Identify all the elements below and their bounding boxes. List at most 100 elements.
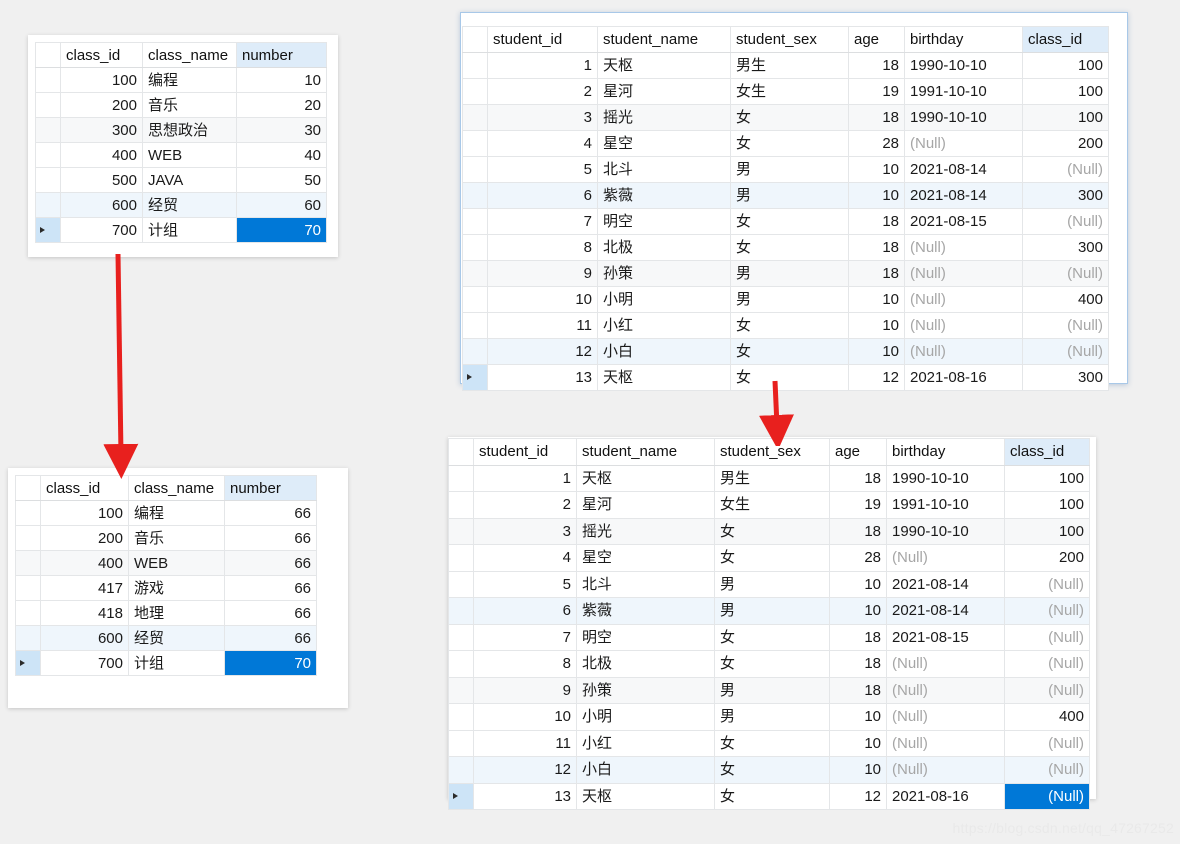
- cell-student-id[interactable]: 9: [473, 676, 577, 704]
- cell-student-sex[interactable]: 女: [730, 104, 849, 131]
- table-row[interactable]: 100 编程 10: [35, 67, 327, 93]
- cell-age[interactable]: 19: [848, 78, 905, 105]
- row-marker[interactable]: [448, 517, 474, 545]
- table-row[interactable]: 200 音乐 20: [35, 92, 327, 118]
- cell-student-sex[interactable]: 女: [730, 364, 849, 391]
- table-row[interactable]: 13 天枢女 12 2021-08-16 (Null): [448, 782, 1090, 810]
- table-row[interactable]: 12 小白女 10 (Null) (Null): [448, 756, 1090, 784]
- table-row[interactable]: 5 北斗男 10 2021-08-14 (Null): [462, 156, 1109, 183]
- cell-birthday[interactable]: 2021-08-15: [886, 623, 1005, 651]
- cell-class-name[interactable]: 经贸: [128, 625, 225, 651]
- table-row[interactable]: 13 天枢女 12 2021-08-16 300: [462, 364, 1109, 391]
- table-row[interactable]: 1 天枢 男生 18 1990-10-10 100: [462, 52, 1109, 79]
- row-marker[interactable]: [448, 650, 474, 678]
- cell-class-id[interactable]: 400: [1004, 703, 1090, 731]
- table-row[interactable]: 1 天枢 男生 18 1990-10-10 100: [448, 464, 1090, 492]
- cell-student-id[interactable]: 11: [473, 729, 577, 757]
- table-row[interactable]: 700 计组 70: [35, 217, 327, 243]
- cell-number[interactable]: 50: [236, 167, 327, 193]
- cell-student-name[interactable]: 小明: [576, 703, 715, 731]
- cell-student-name[interactable]: 星空: [597, 130, 731, 157]
- cell-student-name[interactable]: 小明: [597, 286, 731, 313]
- cell-student-id[interactable]: 7: [473, 623, 577, 651]
- row-marker[interactable]: [448, 597, 474, 625]
- cell-class-id[interactable]: (Null): [1004, 623, 1090, 651]
- cell-student-id[interactable]: 9: [487, 260, 598, 287]
- cell-student-sex[interactable]: 男: [714, 570, 830, 598]
- cell-student-sex[interactable]: 女: [714, 756, 830, 784]
- cell-student-sex[interactable]: 男生: [730, 52, 849, 79]
- column-header-birthday[interactable]: birthday: [886, 438, 1005, 466]
- cell-birthday[interactable]: 1990-10-10: [904, 104, 1023, 131]
- table-row[interactable]: 6 紫薇男 10 2021-08-14 (Null): [448, 597, 1090, 625]
- table-row[interactable]: 2 星河 女生 19 1991-10-10 100: [462, 78, 1109, 105]
- table-row[interactable]: 417 游戏 66: [15, 575, 317, 601]
- cell-student-sex[interactable]: 男: [730, 182, 849, 209]
- cell-class-id[interactable]: 418: [40, 600, 129, 626]
- cell-class-id[interactable]: (Null): [1022, 338, 1109, 365]
- table-row[interactable]: 9 孙策男 18 (Null) (Null): [462, 260, 1109, 287]
- cell-student-sex[interactable]: 男生: [714, 464, 830, 492]
- table-row[interactable]: 11 小红女 10 (Null) (Null): [448, 729, 1090, 757]
- cell-birthday[interactable]: 2021-08-15: [904, 208, 1023, 235]
- row-marker[interactable]: [462, 338, 488, 365]
- cell-student-name[interactable]: 小红: [576, 729, 715, 757]
- cell-student-name[interactable]: 星空: [576, 544, 715, 572]
- cell-class-id[interactable]: 300: [1022, 364, 1109, 391]
- row-marker[interactable]: [448, 729, 474, 757]
- cell-student-id[interactable]: 13: [473, 782, 577, 810]
- cell-class-id[interactable]: 100: [40, 500, 129, 526]
- row-marker[interactable]: [462, 52, 488, 79]
- column-header-birthday[interactable]: birthday: [904, 26, 1023, 53]
- row-marker[interactable]: [15, 650, 41, 676]
- cell-class-id[interactable]: 300: [60, 117, 143, 143]
- cell-age[interactable]: 18: [829, 517, 887, 545]
- cell-student-sex[interactable]: 女: [714, 729, 830, 757]
- table-row[interactable]: 10 小明男 10 (Null) 400: [462, 286, 1109, 313]
- row-marker[interactable]: [15, 575, 41, 601]
- cell-student-id[interactable]: 6: [487, 182, 598, 209]
- cell-student-id[interactable]: 6: [473, 597, 577, 625]
- cell-birthday[interactable]: 1990-10-10: [904, 52, 1023, 79]
- cell-class-name[interactable]: 音乐: [128, 525, 225, 551]
- cell-student-sex[interactable]: 男: [714, 703, 830, 731]
- cell-class-id[interactable]: 500: [60, 167, 143, 193]
- cell-student-id[interactable]: 12: [487, 338, 598, 365]
- column-header-student-sex[interactable]: student_sex: [714, 438, 830, 466]
- cell-student-sex[interactable]: 男: [730, 286, 849, 313]
- cell-age[interactable]: 18: [829, 650, 887, 678]
- cell-number[interactable]: 70: [236, 217, 327, 243]
- table-row[interactable]: 4 星空女 28 (Null) 200: [462, 130, 1109, 157]
- table-row[interactable]: 300 思想政治 30: [35, 117, 327, 143]
- cell-birthday[interactable]: (Null): [886, 544, 1005, 572]
- cell-number[interactable]: 66: [224, 500, 317, 526]
- cell-age[interactable]: 10: [829, 756, 887, 784]
- cell-class-id[interactable]: 600: [60, 192, 143, 218]
- cell-birthday[interactable]: (Null): [886, 756, 1005, 784]
- row-marker[interactable]: [15, 600, 41, 626]
- row-marker[interactable]: [448, 570, 474, 598]
- cell-student-sex[interactable]: 女: [714, 782, 830, 810]
- cell-number[interactable]: 66: [224, 525, 317, 551]
- cell-class-id[interactable]: 400: [40, 550, 129, 576]
- cell-class-name[interactable]: 编程: [142, 67, 237, 93]
- cell-student-sex[interactable]: 男: [714, 676, 830, 704]
- column-header-class-name[interactable]: class_name: [128, 475, 225, 501]
- cell-class-id[interactable]: (Null): [1004, 570, 1090, 598]
- cell-age[interactable]: 10: [848, 312, 905, 339]
- cell-student-name[interactable]: 小白: [597, 338, 731, 365]
- column-header-class-id[interactable]: class_id: [1022, 26, 1109, 53]
- column-header-student-sex[interactable]: student_sex: [730, 26, 849, 53]
- cell-student-id[interactable]: 7: [487, 208, 598, 235]
- student-table-after[interactable]: student_id student_name student_sex age …: [448, 438, 1090, 810]
- cell-age[interactable]: 10: [848, 156, 905, 183]
- cell-student-id[interactable]: 8: [487, 234, 598, 261]
- cell-student-name[interactable]: 星河: [576, 491, 715, 519]
- cell-student-id[interactable]: 13: [487, 364, 598, 391]
- cell-student-name[interactable]: 北极: [576, 650, 715, 678]
- cell-student-name[interactable]: 紫薇: [597, 182, 731, 209]
- cell-student-name[interactable]: 天枢: [597, 364, 731, 391]
- cell-birthday[interactable]: (Null): [886, 729, 1005, 757]
- cell-birthday[interactable]: (Null): [904, 130, 1023, 157]
- table-row[interactable]: 8 北极女 18 (Null) (Null): [448, 650, 1090, 678]
